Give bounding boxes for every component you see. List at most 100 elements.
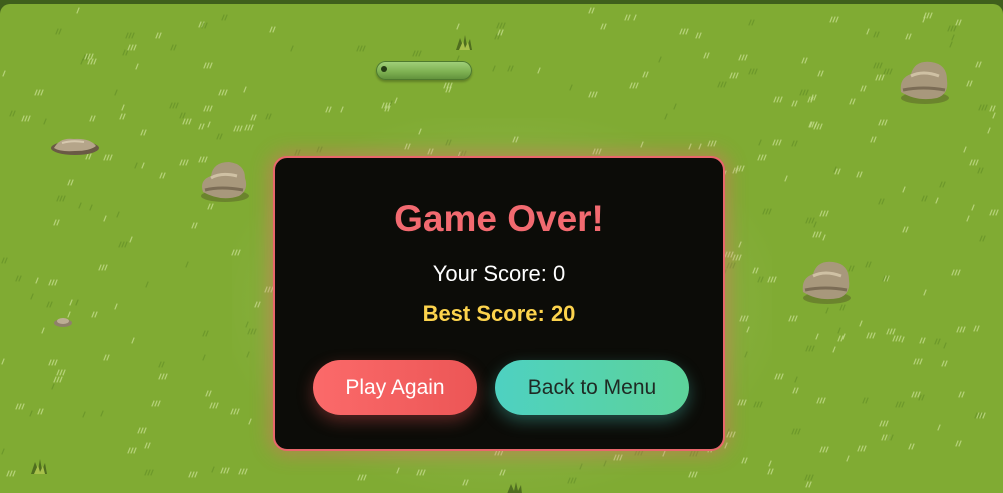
grass-tuft-icon [673,103,677,110]
grass-tuft-icon [624,14,631,21]
grass-tuft-icon [1,257,8,264]
grass-tuft-icon [100,410,104,417]
grass-tuft-icon [205,390,212,397]
grass-tuft-icon [159,172,166,179]
grass-tuft-icon [919,337,926,344]
grass-tuft-icon [67,179,74,186]
grass-tuft-icon [738,54,748,61]
grass-tuft-icon [1,448,5,455]
grass-tuft-icon [29,410,33,417]
grass-tuft-icon [878,198,885,205]
grass-tuft-icon [822,234,826,241]
grass-tuft-icon [807,96,814,103]
grass-tuft-icon [356,45,366,52]
grass-tuft-icon [290,45,294,52]
grass-tuft-icon [30,293,34,300]
grass-tuft-icon [883,68,893,75]
grass-tuft-icon [56,369,66,376]
grass-tuft-icon [773,96,783,103]
grass-tuft-icon [37,408,44,415]
grass-tuft-icon [805,345,815,352]
best-score: Best Score: 20 [422,301,576,326]
grass-tuft-icon [784,175,788,182]
grass-tuft-icon [951,34,955,41]
grass-tuft-icon [992,112,996,119]
grass-tuft-icon [122,49,129,56]
grass-tuft-icon [801,57,808,64]
grass-tuft-icon [53,219,60,226]
grass-tuft-icon [921,195,928,202]
grass-tuft-icon [865,261,872,268]
grass-tuft-icon [144,442,151,449]
grass-tuft-icon [269,26,276,33]
grass-tuft-icon [492,65,496,72]
grass-tuft-icon [207,203,214,210]
grass-tuft-icon [886,328,896,335]
grass-tuft-icon [116,211,120,218]
grass-tuft-icon [819,446,829,453]
grass-tuft-icon [202,354,206,361]
grass-tuft-icon [901,336,905,343]
grass-tuft-icon [748,19,755,26]
grass-tuft-icon [832,346,836,353]
grass-tuft-icon [185,261,189,268]
grass-tuft-icon [179,112,186,119]
grass-tuft-icon [170,44,177,51]
grass-tuft-icon [695,32,702,39]
grass-tuft-icon [629,82,639,89]
grass-tuft-icon [804,474,814,481]
back-to-menu-button[interactable]: Back to Menu [495,360,689,415]
grass-tuft-icon [456,23,460,30]
grass-tuft-icon [791,140,798,147]
grass-tuft-icon [834,168,841,175]
grass-tuft-icon [989,105,996,112]
grass-tuft-icon [158,361,165,368]
grass-tuft-icon [799,89,809,96]
grass-tuft-icon [875,74,885,81]
grass-tuft-icon [600,23,607,30]
game-over-dialog: Game Over! Your Score: 0 Best Score: 20 … [273,156,725,451]
grass-tuft-icon [233,125,243,132]
grass-tuft-icon [935,197,939,204]
grass-tuft-icon [870,136,877,143]
grass-tuft-icon [21,115,31,122]
grass-tuft-icon [43,118,47,125]
grass-tuft-icon [216,133,223,140]
play-again-button[interactable]: Play Again [313,360,477,415]
grass-tuft-icon [859,320,863,327]
grass-tuft-icon [918,394,925,401]
grass-tuft-icon [939,181,946,188]
grass-tuft-icon [963,146,967,153]
grass-tuft-icon [125,32,135,39]
grass-tuft-icon [412,50,422,57]
grass-tuft-icon [951,269,961,276]
grass-tuft-icon [114,89,118,96]
rock-icon [900,61,949,104]
grass-tuft-icon [642,71,649,78]
grass-tuft-icon [103,154,113,161]
grass-tuft-icon [340,106,344,113]
grass-tuft-icon [857,445,867,452]
grass-tuft-icon [6,470,16,477]
grass-tuft-icon [748,68,758,75]
grass-tuft-icon [75,299,79,306]
grass-tuft-icon [220,467,230,474]
grass-tuft-icon [887,434,894,441]
grass-tuft-icon [69,299,73,306]
grass-tuft-icon [179,159,189,166]
grass-tuft-icon [815,333,819,340]
grass-tuft-icon [895,401,905,408]
grass-tuft-icon [91,311,98,318]
grass-tuft-icon [949,41,953,48]
grass-tuft-icon [703,52,710,59]
grass-tuft-icon [908,443,915,450]
grass-tuft-icon [82,411,86,418]
grass-tuft-icon [127,44,137,51]
grass-tuft-icon [325,106,332,113]
grass-tuft-icon [41,327,45,334]
grass-tuft-icon [977,167,984,174]
grass-tuft-icon [955,19,962,26]
grass-tuft-icon [135,63,139,70]
grass-tuft-icon [812,231,822,238]
grass-tuft-icon [862,397,869,404]
